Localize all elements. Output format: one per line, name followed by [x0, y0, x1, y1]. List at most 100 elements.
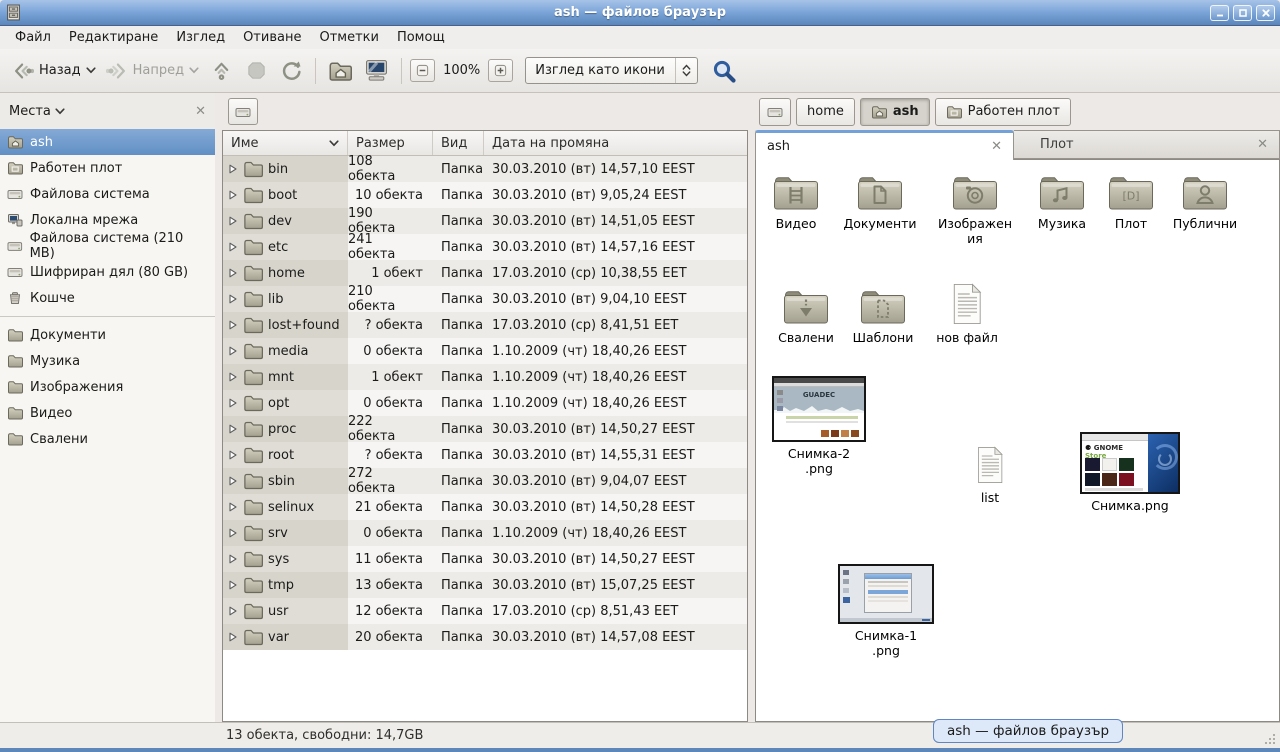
icon-item-snimka[interactable]: ⚈ GNOME Store — [1076, 432, 1184, 513]
table-row-sbin[interactable]: sbin272 обектаПапка30.03.2010 (вт) 9,04,… — [223, 468, 747, 494]
icon-item-snimka-2[interactable]: GUADEC Снимка-2.png — [770, 376, 868, 476]
chevron-down-icon[interactable] — [55, 108, 65, 115]
icon-view[interactable]: Видео Документи Изображения Музика Плот … — [755, 159, 1280, 722]
table-row-usr[interactable]: usr12 обектаПапка17.03.2010 (ср) 8,51,43… — [223, 598, 747, 624]
tab-close-icon[interactable]: ✕ — [991, 139, 1002, 154]
table-row-boot[interactable]: boot10 обектаПапка30.03.2010 (вт) 9,05,2… — [223, 182, 747, 208]
icon-item-images[interactable]: Изображения — [936, 172, 1014, 246]
resize-grip[interactable] — [1265, 732, 1277, 744]
expander-icon[interactable] — [228, 606, 238, 616]
table-row-opt[interactable]: opt0 обектаПапка1.10.2009 (чт) 18,40,26 … — [223, 390, 747, 416]
sidebar-title[interactable]: Места — [9, 104, 51, 119]
sidebar-item-video[interactable]: Видео — [0, 400, 215, 426]
table-row-etc[interactable]: etc241 обектаПапка30.03.2010 (вт) 14,57,… — [223, 234, 747, 260]
path-root-button[interactable] — [759, 98, 791, 126]
table-row-srv[interactable]: srv0 обектаПапка1.10.2009 (чт) 18,40,26 … — [223, 520, 747, 546]
tab-close-icon[interactable]: ✕ — [1257, 137, 1268, 152]
column-header-name[interactable]: Име — [223, 131, 348, 155]
icon-item-public[interactable]: Публични — [1162, 172, 1248, 231]
root-location-button[interactable] — [228, 98, 258, 125]
sidebar-item-documents[interactable]: Документи — [0, 322, 215, 348]
minimize-button[interactable] — [1210, 5, 1229, 21]
tab-ash[interactable]: ash ✕ — [755, 130, 1014, 160]
column-header-date[interactable]: Дата на промяна — [484, 131, 747, 155]
table-row-var[interactable]: var20 обектаПапка30.03.2010 (вт) 14,57,0… — [223, 624, 747, 650]
expander-icon[interactable] — [228, 632, 238, 642]
table-row-lost-found[interactable]: lost+found? обектаПапка17.03.2010 (ср) 8… — [223, 312, 747, 338]
sidebar-item-trash[interactable]: Кошче — [0, 285, 215, 311]
sidebar-item-filesystem[interactable]: Файлова система — [0, 181, 215, 207]
menu-edit[interactable]: Редактиране — [60, 28, 167, 47]
icon-item-templates[interactable]: Шаблони — [840, 286, 926, 345]
path-desktop-button[interactable]: Работен плот — [935, 98, 1071, 126]
expander-icon[interactable] — [228, 190, 238, 200]
expander-icon[interactable] — [228, 216, 238, 226]
sidebar-item-ash[interactable]: ash — [0, 129, 215, 155]
expander-icon[interactable] — [228, 294, 238, 304]
sidebar-item-filesystem-210mb[interactable]: Файлова система (210 MB) — [0, 233, 215, 259]
expander-icon[interactable] — [228, 502, 238, 512]
sidebar-item-encrypted-80gb[interactable]: Шифриран дял (80 GB) — [0, 259, 215, 285]
expander-icon[interactable] — [228, 320, 238, 330]
expander-icon[interactable] — [228, 554, 238, 564]
sidebar-item-desktop[interactable]: Работен плот — [0, 155, 215, 181]
menu-bookmarks[interactable]: Отметки — [310, 28, 387, 47]
expander-icon[interactable] — [228, 398, 238, 408]
expander-icon[interactable] — [228, 528, 238, 538]
search-button[interactable] — [708, 55, 740, 87]
sidebar-item-downloads[interactable]: Свалени — [0, 426, 215, 452]
stop-button[interactable] — [239, 55, 274, 86]
column-header-size[interactable]: Размер — [348, 131, 433, 155]
menu-go[interactable]: Отиване — [234, 28, 310, 47]
sidebar-item-images[interactable]: Изображения — [0, 374, 215, 400]
tab-plot[interactable]: Плот ✕ — [1014, 130, 1280, 159]
expander-icon[interactable] — [228, 268, 238, 278]
sidebar-item-local-network[interactable]: Локална мрежа — [0, 207, 215, 233]
home-button[interactable] — [322, 55, 358, 87]
icon-item-new-file[interactable]: нов файл — [924, 282, 1010, 345]
table-row-media[interactable]: media0 обектаПапка1.10.2009 (чт) 18,40,2… — [223, 338, 747, 364]
table-row-home[interactable]: home1 обектПапка17.03.2010 (ср) 10,38,55… — [223, 260, 747, 286]
path-ash-button[interactable]: ash — [860, 98, 930, 126]
pane-splitter[interactable] — [748, 93, 755, 722]
forward-button[interactable]: Напред — [101, 56, 204, 86]
sidebar-item-music[interactable]: Музика — [0, 348, 215, 374]
icon-item-documents[interactable]: Документи — [838, 172, 922, 231]
column-header-type[interactable]: Вид — [433, 131, 484, 155]
menu-view[interactable]: Изглед — [167, 28, 234, 47]
zoom-out-button[interactable] — [410, 59, 435, 82]
expander-icon[interactable] — [228, 372, 238, 382]
menu-file[interactable]: Файл — [6, 28, 60, 47]
icon-item-downloads[interactable]: Свалени — [762, 286, 850, 345]
expander-icon[interactable] — [228, 164, 238, 174]
icon-item-list[interactable]: list — [952, 444, 1028, 505]
table-row-bin[interactable]: bin108 обектаПапка30.03.2010 (вт) 14,57,… — [223, 156, 747, 182]
table-row-lib[interactable]: lib210 обектаПапка30.03.2010 (вт) 9,04,1… — [223, 286, 747, 312]
expander-icon[interactable] — [228, 346, 238, 356]
expander-icon[interactable] — [228, 242, 238, 252]
close-button[interactable] — [1256, 5, 1275, 21]
sidebar-close-icon[interactable]: ✕ — [195, 104, 206, 119]
expander-icon[interactable] — [228, 476, 238, 486]
icon-item-desktop[interactable]: Плот — [1100, 172, 1162, 231]
table-row-root[interactable]: root? обектаПапка30.03.2010 (вт) 14,55,3… — [223, 442, 747, 468]
icon-item-snimka-1[interactable]: Снимка-1.png — [838, 564, 934, 658]
path-home-button[interactable]: home — [796, 98, 855, 126]
table-row-tmp[interactable]: tmp13 обектаПапка30.03.2010 (вт) 15,07,2… — [223, 572, 747, 598]
maximize-button[interactable] — [1233, 5, 1252, 21]
menu-help[interactable]: Помощ — [388, 28, 454, 47]
reload-button[interactable] — [274, 55, 309, 86]
zoom-in-button[interactable] — [488, 59, 513, 82]
table-row-selinux[interactable]: selinux21 обектаПапка30.03.2010 (вт) 14,… — [223, 494, 747, 520]
view-selector[interactable]: Изглед като икони — [525, 57, 698, 84]
pane-splitter[interactable] — [215, 93, 222, 722]
expander-icon[interactable] — [228, 450, 238, 460]
expander-icon[interactable] — [228, 424, 238, 434]
back-button[interactable]: Назад — [7, 56, 101, 86]
icon-item-music[interactable]: Музика — [1020, 172, 1104, 231]
table-row-dev[interactable]: dev190 обектаПапка30.03.2010 (вт) 14,51,… — [223, 208, 747, 234]
icon-item-video[interactable]: Видео — [756, 172, 836, 231]
table-row-sys[interactable]: sys11 обектаПапка30.03.2010 (вт) 14,50,2… — [223, 546, 747, 572]
expander-icon[interactable] — [228, 580, 238, 590]
up-button[interactable] — [204, 55, 239, 86]
